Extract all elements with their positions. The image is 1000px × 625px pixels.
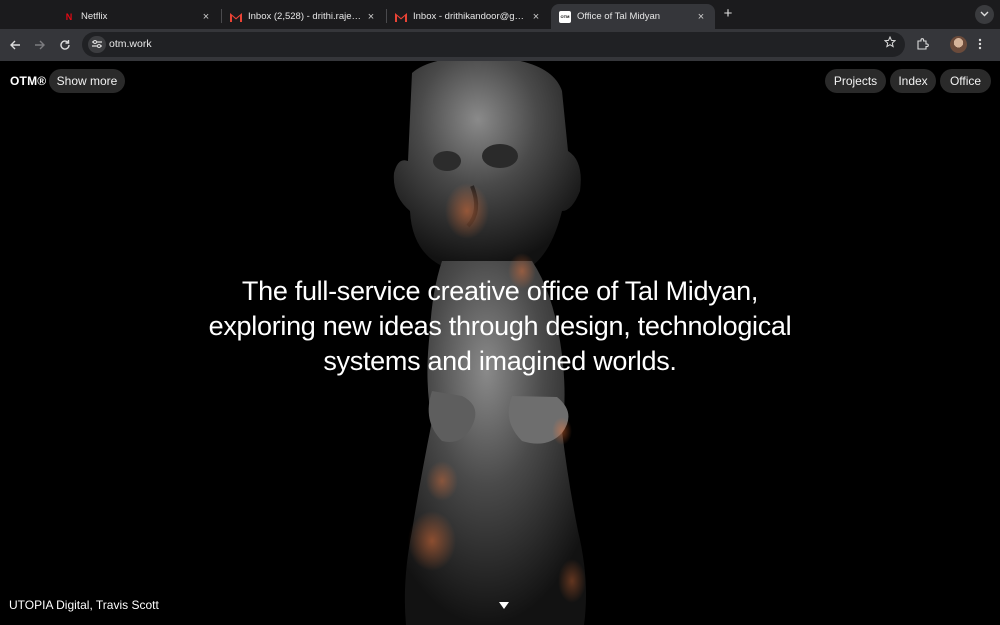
tab-inbox-drithikandoor[interactable]: Inbox - drithikandoor@gmail.c × [387,4,550,29]
headline-line: exploring new ideas through design, tech… [208,311,792,341]
gmail-icon [230,11,242,23]
close-icon[interactable]: × [200,11,212,23]
close-icon[interactable]: × [695,11,707,23]
otm-logo[interactable]: OTM® [10,74,46,88]
back-arrow-icon[interactable] [7,37,23,53]
bookmark-star-icon[interactable] [883,35,897,51]
new-tab-button[interactable]: + [720,6,736,22]
scroll-down-triangle-icon[interactable] [499,602,509,609]
headline-line: The full-service creative office of Tal … [241,276,759,306]
tab-inbox-drithi-rajesh[interactable]: Inbox (2,528) - drithi.rajesh@ × [222,4,385,29]
gmail-icon [395,11,407,23]
close-icon[interactable]: × [530,11,542,23]
forward-arrow-icon[interactable] [32,37,48,53]
tab-office-of-tal-midyan[interactable]: OTM Office of Tal Midyan × [551,4,715,29]
tab-title: Netflix [81,11,108,22]
otm-homepage: OTM® Show more Projects Index Office The… [0,61,1000,625]
address-bar[interactable]: otm.work [82,32,905,57]
site-settings-icon[interactable] [88,36,106,53]
project-credit-link[interactable]: UTOPIA Digital, Travis Scott [9,598,159,612]
browser-chrome: N Netflix × Inbox (2,528) - drithi.rajes… [0,0,1000,61]
headline-line: systems and imagined worlds. [323,346,677,376]
extensions-puzzle-icon[interactable] [916,38,929,54]
nav-office-button[interactable]: Office [940,69,991,93]
otm-icon: OTM [559,10,571,23]
url-text: otm.work [109,38,152,50]
more-menu-icon[interactable] [978,36,982,54]
tab-title: Inbox - drithikandoor@gmail.c [413,11,526,22]
tab-search-chevron-icon[interactable] [975,5,994,24]
reload-icon[interactable] [57,37,73,53]
hero-headline: The full-service creative office of Tal … [150,274,850,379]
browser-toolbar: otm.work [0,29,1000,61]
tab-title: Office of Tal Midyan [577,11,661,22]
nav-projects-button[interactable]: Projects [825,69,886,93]
nav-index-button[interactable]: Index [890,69,936,93]
close-icon[interactable]: × [365,11,377,23]
tab-title: Inbox (2,528) - drithi.rajesh@ [248,11,361,22]
profile-avatar[interactable] [950,36,967,53]
tab-strip: N Netflix × Inbox (2,528) - drithi.rajes… [0,0,1000,29]
tab-netflix[interactable]: N Netflix × [55,4,220,29]
netflix-icon: N [65,11,73,22]
show-more-button[interactable]: Show more [49,69,125,93]
